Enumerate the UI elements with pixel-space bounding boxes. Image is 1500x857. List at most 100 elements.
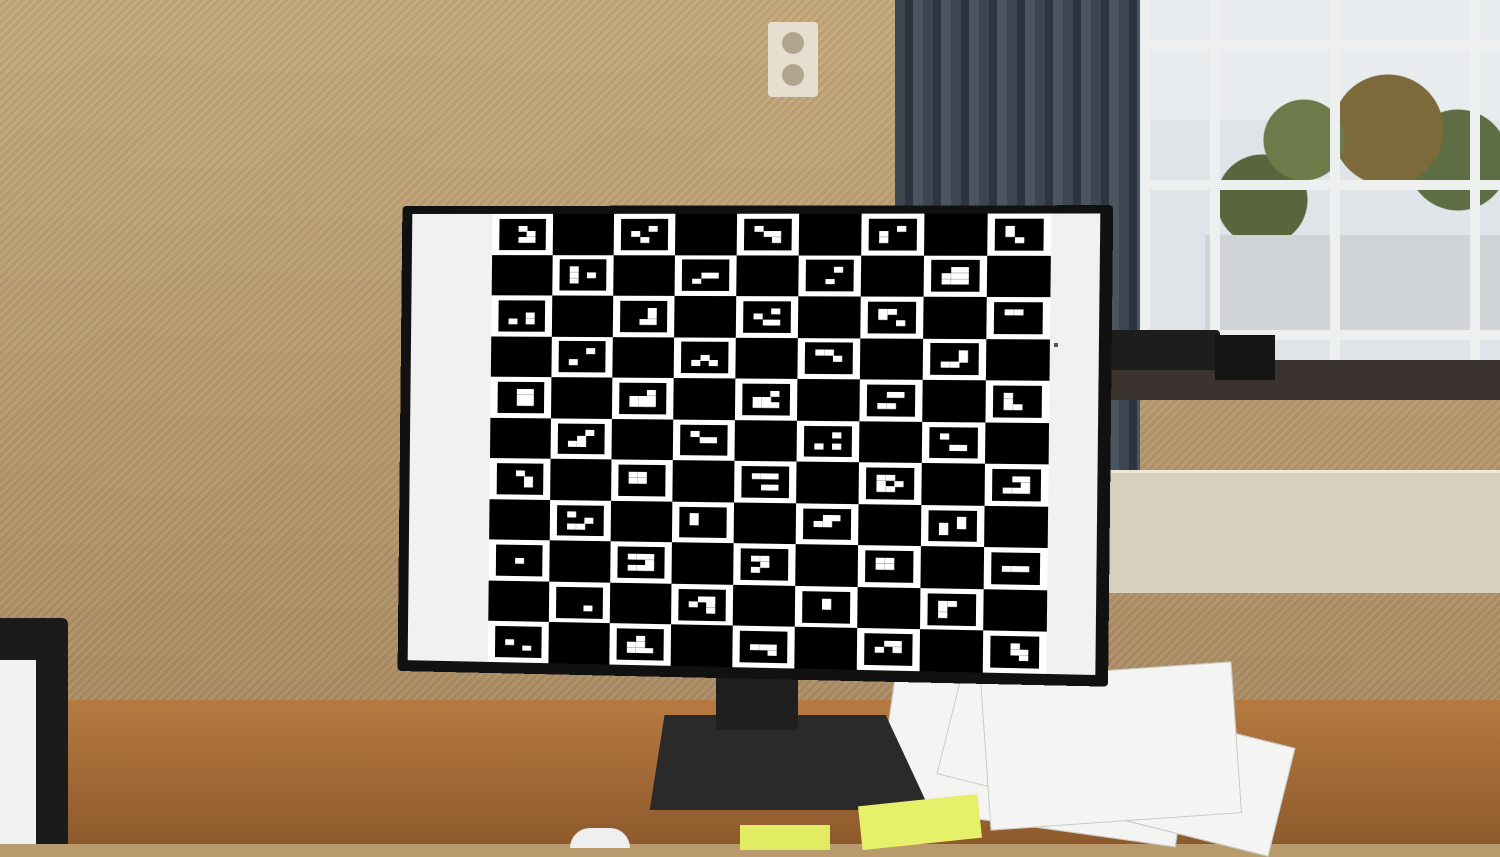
- aruco-marker: [804, 425, 852, 458]
- board-square: [923, 296, 987, 339]
- aruco-marker: [991, 552, 1040, 586]
- board-square: [985, 338, 1050, 381]
- board-square: [797, 296, 861, 339]
- aruco-marker: [495, 626, 542, 659]
- board-square: [550, 377, 613, 419]
- trees: [1220, 60, 1500, 260]
- board-square: [549, 499, 612, 542]
- board-square: [674, 213, 738, 255]
- board-square: [861, 213, 925, 256]
- board-square: [672, 460, 735, 503]
- board-square: [674, 295, 737, 338]
- board-square: [550, 418, 612, 460]
- board-square: [798, 255, 862, 297]
- board-square: [548, 581, 611, 624]
- board-square: [858, 462, 922, 505]
- board-square: [674, 254, 737, 297]
- board-square: [920, 588, 984, 631]
- board-square: [736, 254, 799, 297]
- board-square: [551, 336, 613, 378]
- aruco-marker: [497, 381, 545, 414]
- aruco-marker: [929, 426, 978, 459]
- aruco-marker: [621, 218, 668, 250]
- aruco-marker: [805, 260, 854, 292]
- board-square: [610, 541, 672, 584]
- aruco-marker: [868, 218, 917, 251]
- board-square: [670, 624, 733, 668]
- board-square: [860, 255, 925, 297]
- board-square: [796, 461, 859, 504]
- board-square: [613, 254, 675, 296]
- board-square: [733, 502, 797, 545]
- aruco-marker: [743, 301, 791, 333]
- aruco-marker: [557, 504, 604, 537]
- aruco-marker: [681, 342, 729, 374]
- cup: [570, 828, 630, 848]
- board-square: [735, 296, 799, 338]
- board-square: [856, 628, 921, 672]
- board-square: [613, 213, 676, 255]
- board-square: [672, 419, 735, 462]
- board-square: [987, 213, 1052, 256]
- board-square: [921, 463, 985, 506]
- board-square: [490, 336, 552, 378]
- board-square: [611, 459, 673, 502]
- aruco-marker: [993, 302, 1043, 335]
- board-square: [857, 586, 921, 630]
- aruco-marker: [495, 544, 543, 577]
- board-square: [611, 418, 674, 461]
- board-square: [492, 213, 554, 255]
- board-square: [550, 458, 612, 501]
- aruco-marker: [927, 593, 976, 626]
- board-square: [796, 420, 860, 463]
- aruco-marker: [556, 586, 603, 619]
- board-square: [921, 421, 986, 464]
- board-square: [733, 543, 796, 586]
- board-square: [857, 545, 921, 589]
- board-square: [920, 504, 985, 548]
- board-square: [984, 505, 1049, 549]
- board-square: [671, 501, 735, 544]
- socket-outlet-bottom: [782, 64, 804, 86]
- board-square: [794, 585, 858, 629]
- aruco-marker: [867, 301, 916, 334]
- aruco-marker: [619, 382, 667, 415]
- aruco-marker: [617, 546, 665, 579]
- board-square: [734, 419, 797, 462]
- sticky-note: [740, 825, 830, 850]
- socket-outlet-top: [782, 32, 804, 54]
- board-square: [673, 337, 736, 379]
- board-square: [673, 378, 736, 420]
- cursor: [1054, 343, 1058, 347]
- board-square: [551, 295, 614, 337]
- monitor-screen: [407, 213, 1101, 676]
- board-square: [734, 461, 797, 504]
- building: [1205, 235, 1500, 335]
- aruco-marker: [558, 341, 606, 373]
- board-square: [982, 630, 1047, 674]
- board-square: [920, 546, 985, 590]
- board-square: [610, 500, 673, 543]
- aruco-marker: [742, 383, 790, 416]
- board-square: [611, 377, 674, 420]
- board-square: [732, 625, 795, 669]
- aruco-marker: [616, 628, 664, 661]
- board-square: [735, 337, 798, 380]
- radiator: [1080, 470, 1500, 593]
- board-square: [923, 255, 988, 298]
- paper-sheet: [980, 661, 1242, 831]
- board-square: [612, 336, 675, 379]
- board-square: [732, 584, 796, 628]
- aruco-marker: [498, 300, 545, 332]
- board-square: [984, 463, 1049, 507]
- aruco-marker: [993, 385, 1042, 418]
- aruco-marker: [618, 464, 666, 497]
- board-square: [986, 297, 1051, 340]
- aruco-marker: [930, 343, 979, 376]
- aruco-marker: [865, 550, 914, 583]
- aruco-marker: [559, 259, 607, 291]
- window-frame-bar: [1130, 180, 1500, 190]
- board-square: [796, 379, 860, 422]
- aruco-marker: [990, 636, 1040, 669]
- charuco-board: [487, 213, 1052, 674]
